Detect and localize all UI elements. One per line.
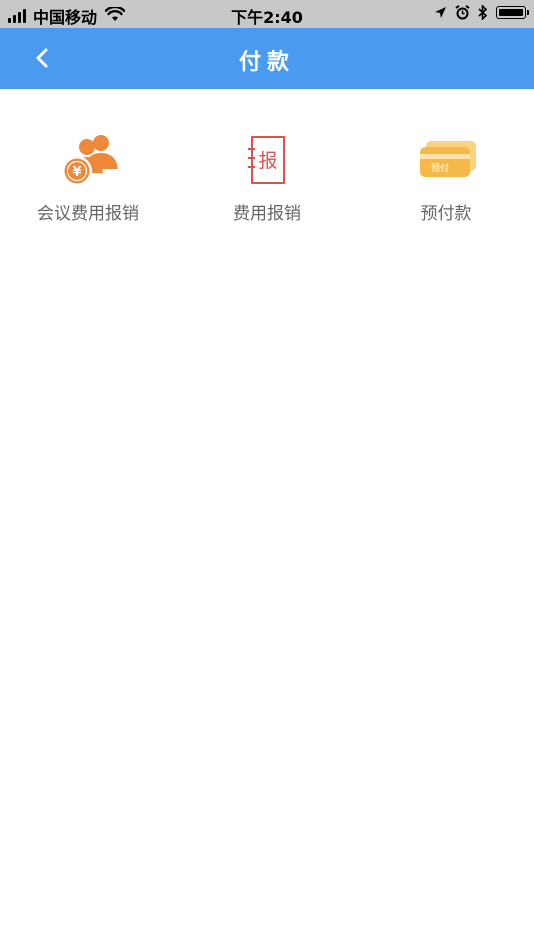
battery-icon (496, 6, 529, 19)
menu-label: 会议费用报销 (37, 204, 139, 224)
nav-bar: 付款 (0, 28, 534, 89)
menu-label: 费用报销 (233, 204, 301, 224)
page-title: 付款 (238, 50, 295, 75)
svg-text:报: 报 (258, 150, 277, 172)
menu-item-expense-report[interactable]: 报 费用报销 (187, 129, 347, 224)
menu-item-meeting-expense[interactable]: ¥ 会议费用报销 (8, 129, 168, 224)
menu-label: 预付款 (420, 204, 472, 224)
status-right (426, 5, 529, 20)
meeting-expense-icon: ¥ (56, 129, 120, 193)
bluetooth-icon (478, 5, 488, 20)
svg-text:预付: 预付 (431, 163, 449, 174)
svg-text:¥: ¥ (72, 165, 81, 180)
status-bar: 中国移动 下午2:40 (0, 0, 534, 28)
location-arrow-icon (434, 6, 447, 19)
prepayment-card-icon: 预付 (414, 129, 478, 193)
menu-item-prepayment[interactable]: 预付 预付款 (366, 129, 526, 224)
expense-report-icon: 报 (235, 129, 299, 193)
alarm-clock-icon (455, 5, 470, 20)
